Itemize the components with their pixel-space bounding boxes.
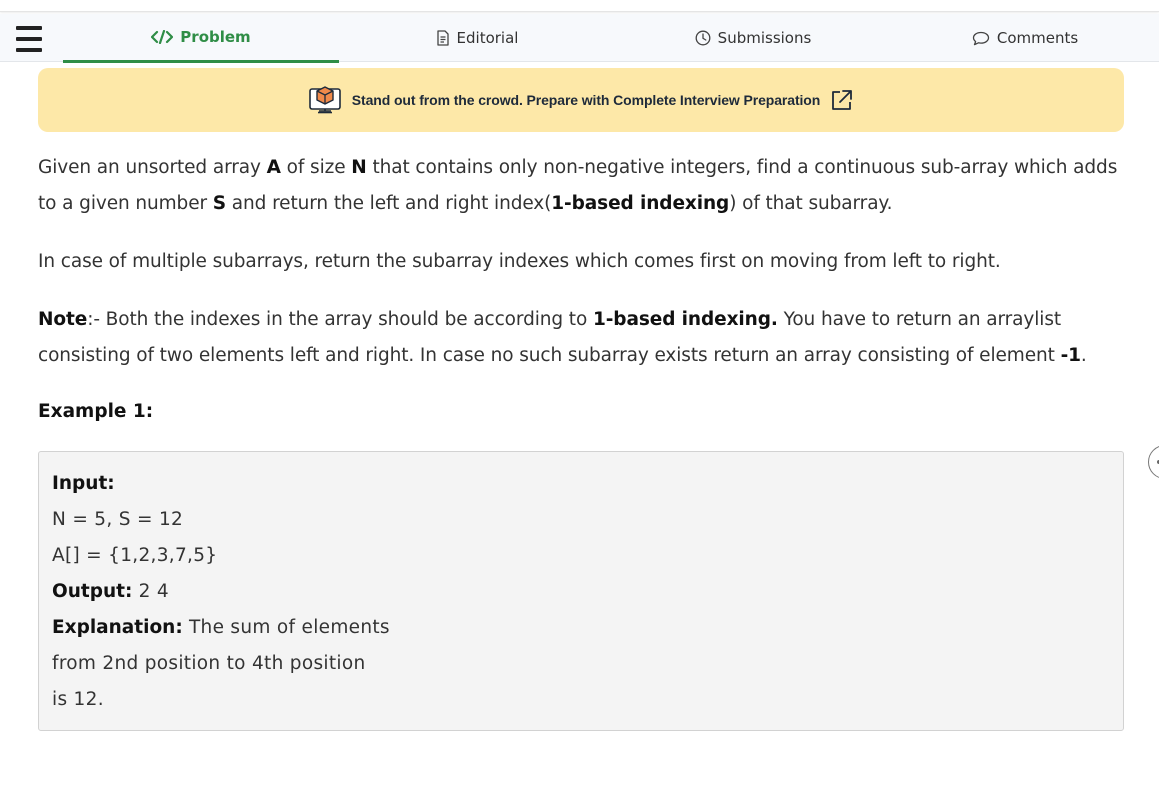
menu-icon[interactable]: [16, 26, 42, 52]
explanation-label: Explanation:: [52, 617, 183, 638]
bold-segment: N: [351, 157, 367, 178]
tab-bar: Problem Editorial Submissions Comments: [0, 14, 1159, 63]
output-label: Output:: [52, 581, 133, 602]
example-input-line1: N = 5, S = 12: [52, 509, 184, 530]
code-icon: [151, 30, 174, 44]
example-title: Example 1:: [38, 401, 154, 422]
text-segment: and return the left and right index(: [226, 193, 552, 214]
bold-segment: A: [266, 157, 281, 178]
bold-segment: 1-based indexing.: [592, 309, 778, 330]
external-link-icon: [832, 90, 853, 110]
example-output-line: Output: 2 4: [52, 574, 1110, 610]
explanation-text: The sum of elements: [182, 617, 390, 638]
tab-problem-label: Problem: [180, 28, 251, 46]
tab-problem[interactable]: Problem: [63, 14, 339, 63]
bold-segment: S: [212, 193, 227, 214]
text-segment: Given an unsorted array: [38, 157, 267, 178]
example-explanation-line2: from 2nd position to 4th position: [52, 653, 366, 674]
example-input-line2: A[] = {1,2,3,7,5}: [52, 545, 218, 566]
text-segment: .: [1080, 345, 1087, 366]
document-icon: [436, 30, 449, 46]
text-segment: :- Both the indexes in the array should …: [87, 309, 593, 330]
tab-comments[interactable]: Comments: [891, 14, 1159, 62]
example-input-label-line: Input:: [52, 466, 1110, 502]
banner-text: Stand out from the crowd. Prepare with C…: [351, 92, 821, 108]
tab-editorial[interactable]: Editorial: [339, 14, 615, 62]
problem-description: Given an unsorted array A of size N that…: [38, 150, 1124, 222]
problem-statement: Given an unsorted array A of size N that…: [38, 150, 1124, 430]
bold-segment: -1: [1060, 345, 1081, 366]
tab-comments-label: Comments: [996, 29, 1079, 47]
bold-segment: Note: [38, 309, 88, 330]
example-box: Input: N = 5, S = 12 A[] = {1,2,3,7,5} O…: [38, 451, 1124, 731]
tab-editorial-label: Editorial: [456, 29, 519, 47]
top-edge: [0, 0, 1159, 12]
comment-icon: [972, 31, 989, 45]
clock-icon: [695, 30, 711, 46]
tab-submissions[interactable]: Submissions: [615, 14, 891, 62]
indexing-note: Note:- Both the indexes in the array sho…: [38, 302, 1124, 374]
example-explanation-line3: is 12.: [52, 689, 104, 710]
input-label: Input:: [52, 473, 115, 494]
promo-banner[interactable]: Stand out from the crowd. Prepare with C…: [38, 68, 1124, 132]
example-explanation-line1: Explanation: The sum of elements: [52, 610, 1110, 646]
text-segment: of size: [280, 157, 352, 178]
side-toggle-button[interactable]: [1148, 445, 1159, 479]
bold-segment: 1-based indexing: [551, 193, 730, 214]
output-value: 2 4: [132, 581, 169, 602]
laptop-box-icon: [308, 86, 341, 114]
text-segment: ) of that subarray.: [729, 193, 893, 214]
multiple-subarrays-note: In case of multiple subarrays, return th…: [38, 251, 1001, 272]
tab-submissions-label: Submissions: [717, 29, 812, 47]
